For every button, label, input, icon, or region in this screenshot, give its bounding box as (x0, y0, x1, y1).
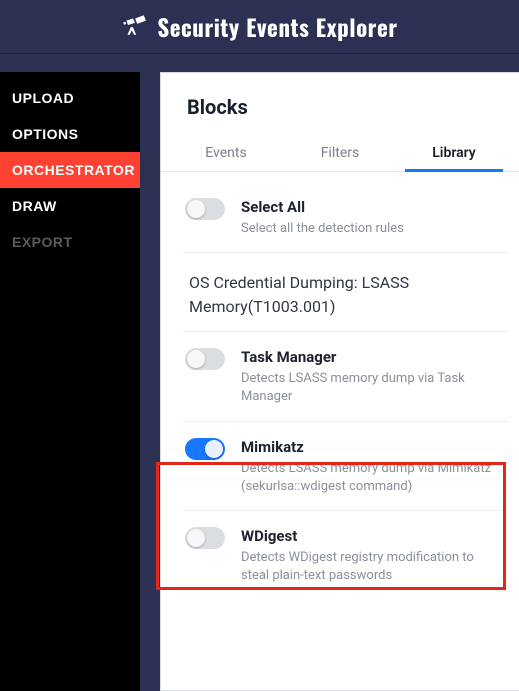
rule-group-heading: OS Credential Dumping: LSASS Memory(T100… (183, 253, 509, 332)
select-all-desc: Select all the detection rules (241, 220, 497, 238)
tab-filters[interactable]: Filters (283, 133, 397, 171)
rule-toggle-task-manager[interactable] (185, 348, 225, 370)
sidebar: UPLOAD OPTIONS ORCHESTRATOR DRAW EXPORT (0, 72, 140, 691)
rule-list: Select All Select all the detection rule… (161, 172, 519, 609)
sidebar-item-options[interactable]: OPTIONS (0, 116, 140, 152)
rule-toggle-mimikatz[interactable] (185, 438, 225, 460)
panel-tabs: Events Filters Library (161, 133, 519, 172)
rule-row-task-manager: Task Manager Detects LSASS memory dump v… (183, 332, 509, 421)
select-all-title: Select All (241, 198, 497, 216)
blocks-panel: Blocks Events Filters Library Select All… (160, 72, 519, 691)
panel-header: Blocks (161, 73, 519, 133)
sidebar-item-upload[interactable]: UPLOAD (0, 80, 140, 116)
rule-title: WDigest (241, 527, 497, 545)
sidebar-item-draw[interactable]: DRAW (0, 188, 140, 224)
rule-title: Mimikatz (241, 438, 497, 456)
rule-toggle-wdigest[interactable] (185, 527, 225, 549)
tab-library[interactable]: Library (397, 133, 511, 171)
rule-desc: Detects WDigest registry modification to… (241, 549, 497, 585)
sidebar-item-orchestrator[interactable]: ORCHESTRATOR (0, 152, 140, 188)
select-all-row: Select All Select all the detection rule… (183, 182, 509, 253)
rules-scroll[interactable]: Select All Select all the detection rule… (161, 172, 519, 690)
rule-title: Task Manager (241, 348, 497, 366)
panel-title: Blocks (187, 95, 493, 119)
rule-desc: Detects LSASS memory dump via Mimikatz (… (241, 460, 497, 496)
header-subbar (0, 54, 519, 72)
telescope-icon (121, 12, 147, 42)
tab-events[interactable]: Events (169, 133, 283, 171)
app-header: Security Events Explorer (0, 0, 519, 54)
sidebar-item-export: EXPORT (0, 224, 140, 260)
rule-desc: Detects LSASS memory dump via Task Manag… (241, 370, 497, 406)
rule-row-mimikatz: Mimikatz Detects LSASS memory dump via M… (183, 422, 509, 511)
layout-gap (140, 72, 160, 691)
rule-row-wdigest: WDigest Detects WDigest registry modific… (183, 511, 509, 599)
select-all-toggle[interactable] (185, 198, 225, 220)
app-title: Security Events Explorer (157, 10, 397, 44)
